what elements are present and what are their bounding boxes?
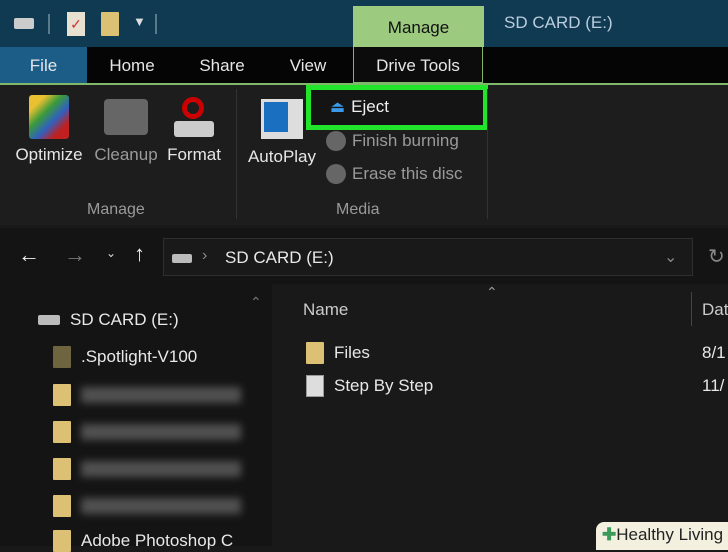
recent-locations-icon[interactable]: ⌄: [106, 246, 116, 260]
folder-icon: [306, 342, 324, 364]
drive-icon: [172, 254, 192, 263]
nav-item-folder[interactable]: [53, 384, 241, 406]
manage-context-tab: Manage: [353, 6, 484, 47]
eject-button[interactable]: ⏏ Eject: [330, 97, 389, 117]
optimize-label: Optimize: [15, 145, 83, 164]
group-divider: [236, 89, 237, 219]
cleanup-icon: [104, 99, 148, 135]
file-date: 8/1: [702, 343, 726, 362]
file-row[interactable]: Files 8/1: [306, 342, 726, 364]
back-icon[interactable]: ←: [18, 242, 40, 268]
folder-icon: [53, 495, 71, 517]
nav-item-folder[interactable]: .Spotlight-V100: [53, 346, 197, 368]
document-icon: [306, 375, 324, 397]
nav-item-folder[interactable]: [53, 421, 241, 443]
folder-icon: [53, 458, 71, 480]
nav-item-sd-card[interactable]: SD CARD (E:): [38, 310, 179, 330]
drive-icon[interactable]: [14, 18, 34, 29]
watermark-text: Healthy Living: [616, 525, 724, 544]
column-header-date[interactable]: Dat: [702, 300, 728, 320]
file-list: ⌃ Name Dat Files 8/1 Step By Step 11/ ✚H…: [272, 284, 728, 550]
format-label: Format: [167, 145, 221, 164]
navigation-pane: ⌃ SD CARD (E:) .Spotlight-V100 Adobe Pho…: [0, 284, 272, 552]
format-button[interactable]: Format: [163, 95, 225, 165]
blurred-label: [81, 387, 241, 403]
folder-icon: [53, 421, 71, 443]
drive-icon: [38, 315, 60, 325]
ribbon-tabs: File Home Share View Drive Tools: [0, 47, 728, 85]
nav-item-folder[interactable]: Adobe Photoshop C: [53, 530, 233, 552]
forward-icon[interactable]: →: [64, 242, 86, 268]
folder-icon: [53, 530, 71, 552]
erase-disc-button[interactable]: Erase this disc: [326, 164, 463, 184]
folder-icon: [53, 384, 71, 406]
media-group-label: Media: [336, 201, 380, 218]
nav-item-label: Adobe Photoshop C: [81, 531, 234, 550]
nav-item-folder[interactable]: [53, 495, 241, 517]
file-name: Step By Step: [334, 376, 434, 395]
manage-group-label: Manage: [87, 201, 145, 218]
column-divider[interactable]: [691, 292, 692, 326]
cleanup-label: Cleanup: [94, 145, 158, 164]
finish-burning-label: Finish burning: [352, 131, 459, 150]
blurred-label: [81, 424, 241, 440]
erase-disc-icon: [326, 164, 346, 184]
eject-icon: ⏏: [330, 99, 346, 116]
chevron-down-icon[interactable]: ⌄: [664, 247, 677, 267]
autoplay-label: AutoPlay: [247, 147, 317, 166]
navigation-bar: ← → ⌄ ↑ › SD CARD (E:) ⌄ ↻: [0, 228, 728, 284]
nav-item-label: SD CARD (E:): [70, 310, 179, 329]
format-icon: [172, 95, 216, 139]
address-bar[interactable]: › SD CARD (E:) ⌄: [163, 238, 693, 276]
separator: [155, 14, 157, 34]
file-name: Files: [334, 343, 370, 362]
properties-icon[interactable]: ✓: [67, 12, 85, 36]
autoplay-icon: [261, 99, 303, 139]
optimize-icon: [29, 95, 69, 139]
refresh-icon[interactable]: ↻: [708, 244, 725, 269]
title-bar: ✓ ▼ Manage SD CARD (E:): [0, 0, 728, 47]
file-date: 11/: [702, 376, 725, 395]
blurred-label: [81, 461, 241, 477]
tab-view[interactable]: View: [272, 47, 344, 83]
folder-icon: [53, 346, 71, 368]
nav-item-folder[interactable]: [53, 458, 241, 480]
tab-home[interactable]: Home: [96, 47, 168, 83]
chevron-right-icon: ›: [202, 247, 208, 264]
window-title: SD CARD (E:): [504, 13, 613, 32]
address-path: SD CARD (E:): [225, 248, 334, 267]
erase-disc-label: Erase this disc: [352, 164, 463, 183]
scroll-up-icon[interactable]: ⌃: [250, 294, 262, 311]
finish-burning-button[interactable]: Finish burning: [326, 131, 459, 151]
tab-drive-tools[interactable]: Drive Tools: [353, 47, 483, 83]
nav-item-label: .Spotlight-V100: [81, 347, 198, 366]
column-header-name[interactable]: Name: [303, 300, 348, 320]
up-icon[interactable]: ↑: [134, 241, 145, 267]
optimize-button[interactable]: Optimize: [12, 95, 86, 165]
plus-icon: ✚: [602, 525, 617, 544]
sort-ascending-icon: ⌃: [486, 284, 498, 300]
separator: [48, 14, 50, 34]
new-folder-icon[interactable]: [101, 12, 119, 36]
cleanup-button[interactable]: Cleanup: [90, 95, 162, 165]
group-divider: [487, 89, 488, 219]
tab-file[interactable]: File: [0, 47, 87, 83]
disc-icon: [326, 131, 346, 151]
blurred-label: [81, 498, 241, 514]
customize-toolbar-icon[interactable]: ▼: [133, 14, 146, 29]
eject-label: Eject: [351, 97, 389, 116]
tab-share[interactable]: Share: [186, 47, 258, 83]
file-row[interactable]: Step By Step 11/: [306, 375, 726, 397]
